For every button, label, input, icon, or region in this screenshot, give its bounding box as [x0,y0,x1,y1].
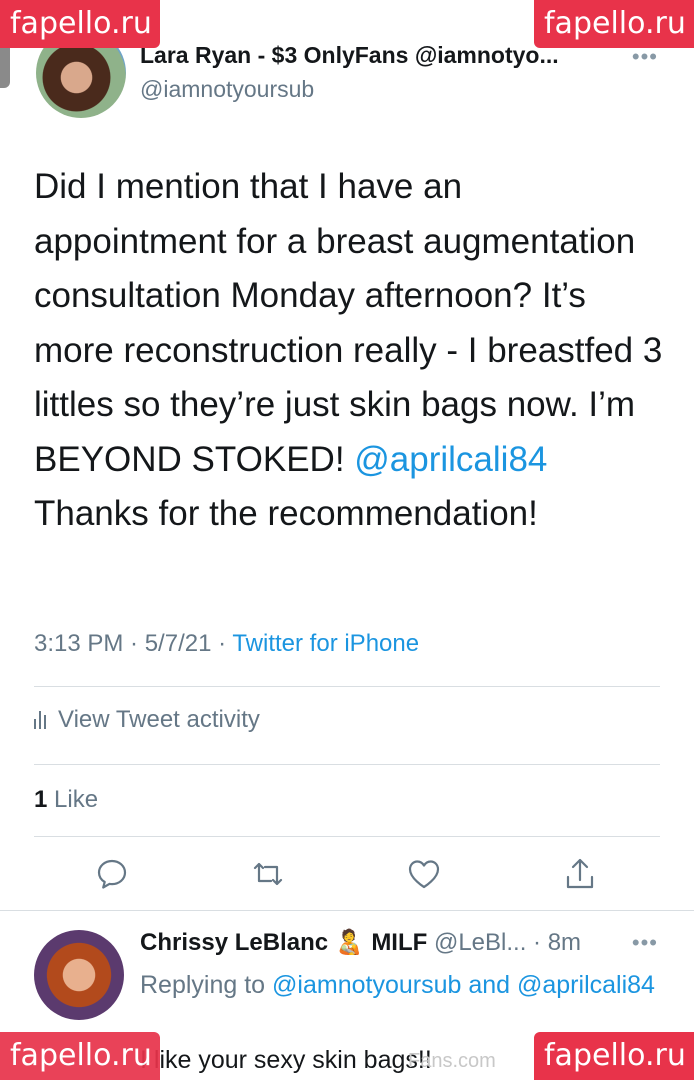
view-tweet-activity-button[interactable]: View Tweet activity [34,706,260,734]
tweet-action-bar [0,856,694,896]
divider [34,764,660,765]
divider [34,686,660,687]
reply-text: I like your sexy skin bags!! [140,1046,432,1074]
tweet-text-part1: Did I mention that I have an appointment… [34,167,663,479]
mention-link[interactable]: @aprilcali84 [354,440,547,479]
replying-prefix: Replying to [140,971,273,999]
like-count-number: 1 [34,786,48,813]
activity-label: View Tweet activity [58,706,260,733]
emoji-icon: 🧑‍🍼 [334,929,365,956]
reply-icon[interactable] [94,856,130,892]
reply-author-avatar[interactable] [34,930,124,1020]
activity-bars-icon [34,711,46,729]
tweet-timestamp[interactable]: 3:13 PM · 5/7/21 · [34,630,232,657]
likes-count[interactable]: 1 Like [34,786,98,814]
tweet-source-link[interactable]: Twitter for iPhone [232,630,419,657]
reply-author-name: Chrissy LeBlanc [140,929,329,956]
tweet-text-part2: Thanks for the recommendation! [34,494,538,533]
author-handle[interactable]: @iamnotyoursub [140,76,314,103]
watermark-top-left: fapello.ru [0,0,160,48]
reply-handle-time: @LeBl... · 8m [427,929,582,956]
divider [34,836,660,837]
watermark-top-right: fapello.ru [534,0,694,48]
left-edge-tab [0,48,10,88]
retweet-icon[interactable] [250,856,286,892]
section-divider [0,910,694,911]
heart-icon[interactable] [406,856,442,892]
watermark-bottom-left: fapello.ru [0,1032,160,1080]
replying-to: Replying to @iamnotyoursub and @aprilcal… [140,966,660,1005]
replying-mention-1[interactable]: @iamnotyoursub [272,971,461,999]
reply-more-options-icon[interactable]: ••• [632,930,658,956]
share-icon[interactable] [562,856,598,892]
tweet-text: Did I mention that I have an appointment… [34,160,664,542]
replying-and: and [461,971,517,999]
tweet-meta: 3:13 PM · 5/7/21 · Twitter for iPhone [34,630,419,658]
replying-mention-2[interactable]: @aprilcali84 [517,971,655,999]
reply-author-line[interactable]: Chrissy LeBlanc 🧑‍🍼 MILF @LeBl... · 8m [140,928,581,957]
reply-author-badge: MILF [371,929,428,956]
like-count-label: Like [47,786,99,813]
watermark-bottom-right: fapello.ru [534,1032,694,1080]
faint-watermark: Fans.com [408,1050,496,1072]
